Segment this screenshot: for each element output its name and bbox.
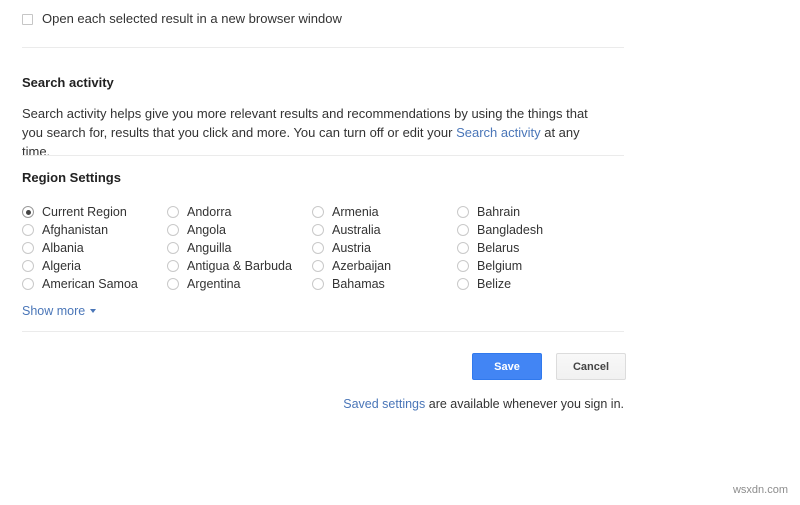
region-option-label: Andorra <box>187 205 232 219</box>
search-activity-link[interactable]: Search activity <box>456 125 541 140</box>
region-option[interactable]: Afghanistan <box>22 221 167 239</box>
region-option[interactable]: Argentina <box>167 275 312 293</box>
radio-icon[interactable] <box>167 224 179 236</box>
radio-icon[interactable] <box>457 206 469 218</box>
region-option[interactable]: Austria <box>312 239 457 257</box>
region-option-label: Argentina <box>187 277 241 291</box>
region-option[interactable]: Current Region <box>22 203 167 221</box>
region-option-label: Belgium <box>477 259 523 273</box>
region-option-label: Armenia <box>332 205 379 219</box>
saved-settings-link[interactable]: Saved settings <box>343 397 425 411</box>
open-in-new-window-label: Open each selected result in a new brows… <box>42 11 342 26</box>
radio-icon[interactable] <box>312 260 324 272</box>
region-option[interactable]: Algeria <box>22 257 167 275</box>
region-options-grid: Current Region Afghanistan Albania Alger… <box>22 203 622 293</box>
region-option[interactable]: Belgium <box>457 257 602 275</box>
save-button[interactable]: Save <box>472 353 542 380</box>
region-option[interactable]: Anguilla <box>167 239 312 257</box>
region-option-label: Bahrain <box>477 205 521 219</box>
region-option-label: Albania <box>42 241 84 255</box>
radio-icon[interactable] <box>22 242 34 254</box>
radio-icon[interactable] <box>22 224 34 236</box>
region-option[interactable]: Armenia <box>312 203 457 221</box>
region-option-label: Algeria <box>42 259 81 273</box>
radio-icon[interactable] <box>22 260 34 272</box>
region-option-label: American Samoa <box>42 277 138 291</box>
cancel-button[interactable]: Cancel <box>556 353 626 380</box>
show-more-link[interactable]: Show more <box>22 304 97 318</box>
radio-icon[interactable] <box>457 260 469 272</box>
divider-top <box>22 47 624 48</box>
radio-icon[interactable] <box>312 278 324 290</box>
radio-icon[interactable] <box>167 278 179 290</box>
radio-icon[interactable] <box>457 224 469 236</box>
radio-icon[interactable] <box>167 206 179 218</box>
radio-icon[interactable] <box>457 278 469 290</box>
region-option[interactable]: Andorra <box>167 203 312 221</box>
saved-settings-note: Saved settings are available whenever yo… <box>0 397 624 411</box>
radio-icon[interactable] <box>167 242 179 254</box>
saved-settings-text: are available whenever you sign in. <box>425 397 624 411</box>
radio-icon[interactable] <box>22 278 34 290</box>
divider-middle <box>22 155 624 156</box>
region-option-label: Bangladesh <box>477 223 544 237</box>
region-option-label: Anguilla <box>187 241 232 255</box>
region-option-label: Afghanistan <box>42 223 109 237</box>
region-option-label: Angola <box>187 223 226 237</box>
region-option[interactable]: Bahrain <box>457 203 602 221</box>
region-option-label: Austria <box>332 241 371 255</box>
radio-icon[interactable] <box>312 224 324 236</box>
watermark: wsxdn.com <box>732 484 788 496</box>
open-in-new-window-option[interactable]: Open each selected result in a new brows… <box>22 11 342 27</box>
region-option-label: Australia <box>332 223 381 237</box>
region-option[interactable]: Bangladesh <box>457 221 602 239</box>
radio-icon[interactable] <box>22 206 34 218</box>
region-option-label: Azerbaijan <box>332 259 392 273</box>
region-option-label: Belarus <box>477 241 520 255</box>
region-option[interactable]: Antigua & Barbuda <box>167 257 312 275</box>
region-option-label: Bahamas <box>332 277 385 291</box>
search-activity-description: Search activity helps give you more rele… <box>22 104 602 161</box>
region-option[interactable]: Belize <box>457 275 602 293</box>
action-buttons: Save Cancel <box>472 353 626 380</box>
region-option[interactable]: Albania <box>22 239 167 257</box>
settings-page: Open each selected result in a new brows… <box>0 0 800 505</box>
region-option-label: Current Region <box>42 205 127 219</box>
divider-bottom <box>22 331 624 332</box>
region-option[interactable]: Bahamas <box>312 275 457 293</box>
region-option[interactable]: Angola <box>167 221 312 239</box>
radio-icon[interactable] <box>312 242 324 254</box>
region-option[interactable]: Belarus <box>457 239 602 257</box>
show-more-label: Show more <box>22 304 86 318</box>
caret-down-icon <box>90 309 97 313</box>
region-option[interactable]: Azerbaijan <box>312 257 457 275</box>
checkbox-icon[interactable] <box>22 13 33 25</box>
region-option[interactable]: Australia <box>312 221 457 239</box>
region-settings-heading: Region Settings <box>22 170 121 185</box>
radio-icon[interactable] <box>312 206 324 218</box>
region-option[interactable]: American Samoa <box>22 275 167 293</box>
radio-icon[interactable] <box>457 242 469 254</box>
region-option-label: Antigua & Barbuda <box>187 259 292 273</box>
region-option-label: Belize <box>477 277 512 291</box>
radio-icon[interactable] <box>167 260 179 272</box>
search-activity-heading: Search activity <box>22 75 114 90</box>
